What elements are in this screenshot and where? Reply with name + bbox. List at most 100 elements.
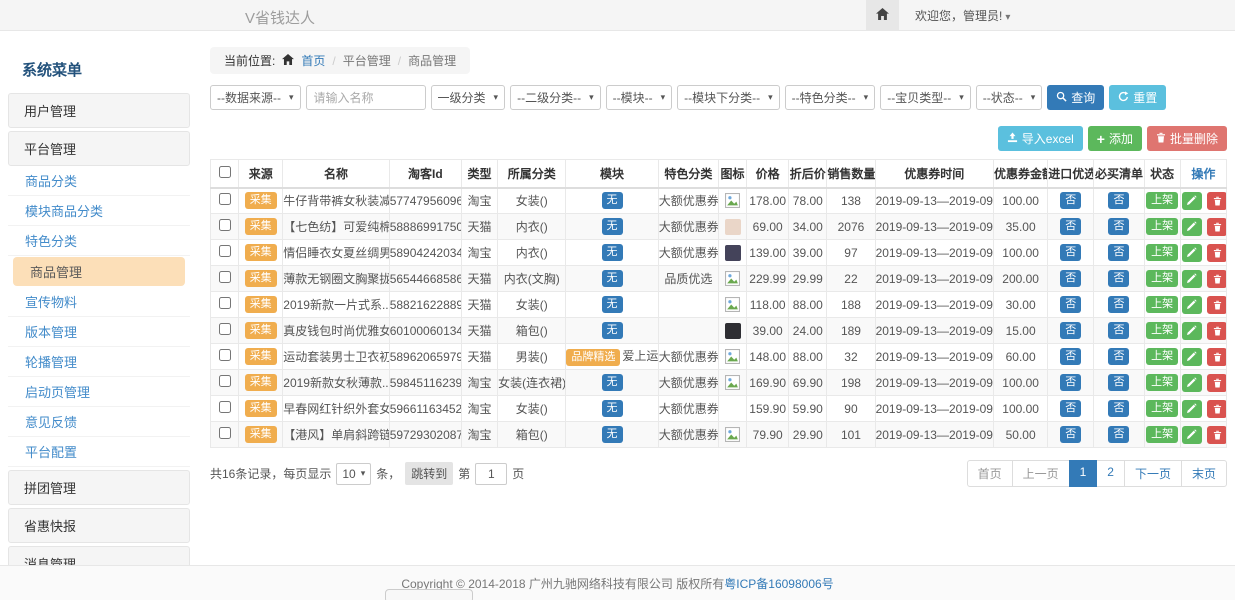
row-checkbox[interactable] xyxy=(219,427,231,439)
pagination-button[interactable]: 下一页 xyxy=(1124,460,1182,487)
user-menu[interactable]: 欢迎您，管理员!▾ xyxy=(915,7,1010,24)
edit-button[interactable] xyxy=(1182,244,1202,262)
edit-button[interactable] xyxy=(1182,348,1202,366)
delete-button[interactable] xyxy=(1207,270,1226,288)
status-toggle[interactable]: 上架 xyxy=(1146,244,1178,261)
import-excel-button[interactable]: 导入excel xyxy=(998,126,1083,151)
search-button[interactable]: 查询 xyxy=(1047,85,1104,110)
status-toggle[interactable]: 上架 xyxy=(1146,270,1178,287)
filter-select[interactable]: 一级分类 ▾ xyxy=(431,85,506,110)
pagination-button[interactable]: 末页 xyxy=(1181,460,1227,487)
must-buy-toggle[interactable]: 否 xyxy=(1108,400,1129,417)
sidebar-item[interactable]: 特色分类 xyxy=(8,226,190,256)
must-buy-toggle[interactable]: 否 xyxy=(1108,270,1129,287)
edit-button[interactable] xyxy=(1182,400,1202,418)
filter-select[interactable]: --二级分类-- ▾ xyxy=(510,85,601,110)
delete-button[interactable] xyxy=(1207,322,1226,340)
sidebar-item[interactable]: 拼团管理 xyxy=(8,470,190,505)
must-buy-toggle[interactable]: 否 xyxy=(1108,218,1129,235)
edit-button[interactable] xyxy=(1182,426,1202,444)
row-checkbox[interactable] xyxy=(219,297,231,309)
import-select-toggle[interactable]: 否 xyxy=(1060,296,1081,313)
filter-select[interactable]: --模块下分类-- ▾ xyxy=(677,85,780,110)
status-toggle[interactable]: 上架 xyxy=(1146,348,1178,365)
pagination-button[interactable]: 上一页 xyxy=(1012,460,1070,487)
must-buy-toggle[interactable]: 否 xyxy=(1108,322,1129,339)
row-checkbox[interactable] xyxy=(219,323,231,335)
filter-select[interactable]: --模块-- ▾ xyxy=(606,85,673,110)
delete-button[interactable] xyxy=(1207,426,1226,444)
jump-page-input[interactable] xyxy=(475,463,507,485)
sidebar-item[interactable]: 省惠快报 xyxy=(8,508,190,543)
delete-button[interactable] xyxy=(1207,296,1226,314)
add-button[interactable]: + 添加 xyxy=(1088,126,1142,151)
status-toggle[interactable]: 上架 xyxy=(1146,192,1178,209)
import-select-toggle[interactable]: 否 xyxy=(1060,348,1081,365)
sidebar-item[interactable]: 宣传物料 xyxy=(8,287,190,317)
batch-delete-button[interactable]: 批量删除 xyxy=(1147,126,1227,151)
icp-link[interactable]: 粤ICP备16098006号 xyxy=(724,575,833,592)
import-select-toggle[interactable]: 否 xyxy=(1060,374,1081,391)
edit-button[interactable] xyxy=(1182,218,1202,236)
status-toggle[interactable]: 上架 xyxy=(1146,296,1178,313)
must-buy-toggle[interactable]: 否 xyxy=(1108,244,1129,261)
delete-button[interactable] xyxy=(1207,244,1226,262)
delete-button[interactable] xyxy=(1207,192,1226,210)
import-select-toggle[interactable]: 否 xyxy=(1060,322,1081,339)
sidebar-item[interactable]: 平台管理 xyxy=(8,131,190,166)
row-checkbox[interactable] xyxy=(219,245,231,257)
must-buy-toggle[interactable]: 否 xyxy=(1108,426,1129,443)
select-all-checkbox[interactable] xyxy=(219,166,231,178)
delete-button[interactable] xyxy=(1207,374,1226,392)
import-select-toggle[interactable]: 否 xyxy=(1060,244,1081,261)
import-select-toggle[interactable]: 否 xyxy=(1060,270,1081,287)
filter-select[interactable]: --特色分类-- ▾ xyxy=(785,85,876,110)
status-toggle[interactable]: 上架 xyxy=(1146,374,1178,391)
row-checkbox[interactable] xyxy=(219,219,231,231)
must-buy-toggle[interactable]: 否 xyxy=(1108,374,1129,391)
reset-button[interactable]: 重置 xyxy=(1109,85,1166,110)
edit-button[interactable] xyxy=(1182,296,1202,314)
must-buy-toggle[interactable]: 否 xyxy=(1108,192,1129,209)
delete-button[interactable] xyxy=(1207,348,1226,366)
status-toggle[interactable]: 上架 xyxy=(1146,322,1178,339)
breadcrumb-item[interactable]: 平台管理 xyxy=(343,52,391,69)
sidebar-item[interactable]: 模块商品分类 xyxy=(8,196,190,226)
pagination-button[interactable]: 2 xyxy=(1096,460,1125,487)
sidebar-item[interactable]: 意见反馈 xyxy=(8,407,190,437)
pagination-button[interactable]: 1 xyxy=(1069,460,1098,487)
row-checkbox[interactable] xyxy=(219,193,231,205)
sidebar-item[interactable]: 商品管理 xyxy=(13,257,185,286)
status-toggle[interactable]: 上架 xyxy=(1146,218,1178,235)
delete-button[interactable] xyxy=(1207,218,1226,236)
import-select-toggle[interactable]: 否 xyxy=(1060,426,1081,443)
per-page-select[interactable]: 10▾ xyxy=(336,463,371,485)
filter-select[interactable]: --宝贝类型-- ▾ xyxy=(880,85,971,110)
jump-button[interactable]: 跳转到 xyxy=(405,462,453,485)
import-select-toggle[interactable]: 否 xyxy=(1060,400,1081,417)
import-select-toggle[interactable]: 否 xyxy=(1060,192,1081,209)
name-search-input[interactable] xyxy=(306,85,426,110)
delete-button[interactable] xyxy=(1207,400,1226,418)
import-select-toggle[interactable]: 否 xyxy=(1060,218,1081,235)
sidebar-item[interactable]: 平台配置 xyxy=(8,437,190,467)
status-toggle[interactable]: 上架 xyxy=(1146,426,1178,443)
row-checkbox[interactable] xyxy=(219,349,231,361)
sidebar-item[interactable]: 启动页管理 xyxy=(8,377,190,407)
sidebar-item[interactable]: 轮播管理 xyxy=(8,347,190,377)
status-toggle[interactable]: 上架 xyxy=(1146,400,1178,417)
filter-select-source[interactable]: --数据来源-- ▾ xyxy=(210,85,301,110)
breadcrumb-home-link[interactable]: 首页 xyxy=(301,52,325,69)
sidebar-item[interactable]: 版本管理 xyxy=(8,317,190,347)
must-buy-toggle[interactable]: 否 xyxy=(1108,296,1129,313)
row-checkbox[interactable] xyxy=(219,375,231,387)
edit-button[interactable] xyxy=(1182,322,1202,340)
row-checkbox[interactable] xyxy=(219,401,231,413)
filter-select[interactable]: --状态-- ▾ xyxy=(976,85,1043,110)
edit-button[interactable] xyxy=(1182,192,1202,210)
sidebar-item[interactable]: 用户管理 xyxy=(8,93,190,128)
pagination-button[interactable]: 首页 xyxy=(967,460,1013,487)
home-button[interactable] xyxy=(866,0,899,30)
row-checkbox[interactable] xyxy=(219,271,231,283)
edit-button[interactable] xyxy=(1182,374,1202,392)
